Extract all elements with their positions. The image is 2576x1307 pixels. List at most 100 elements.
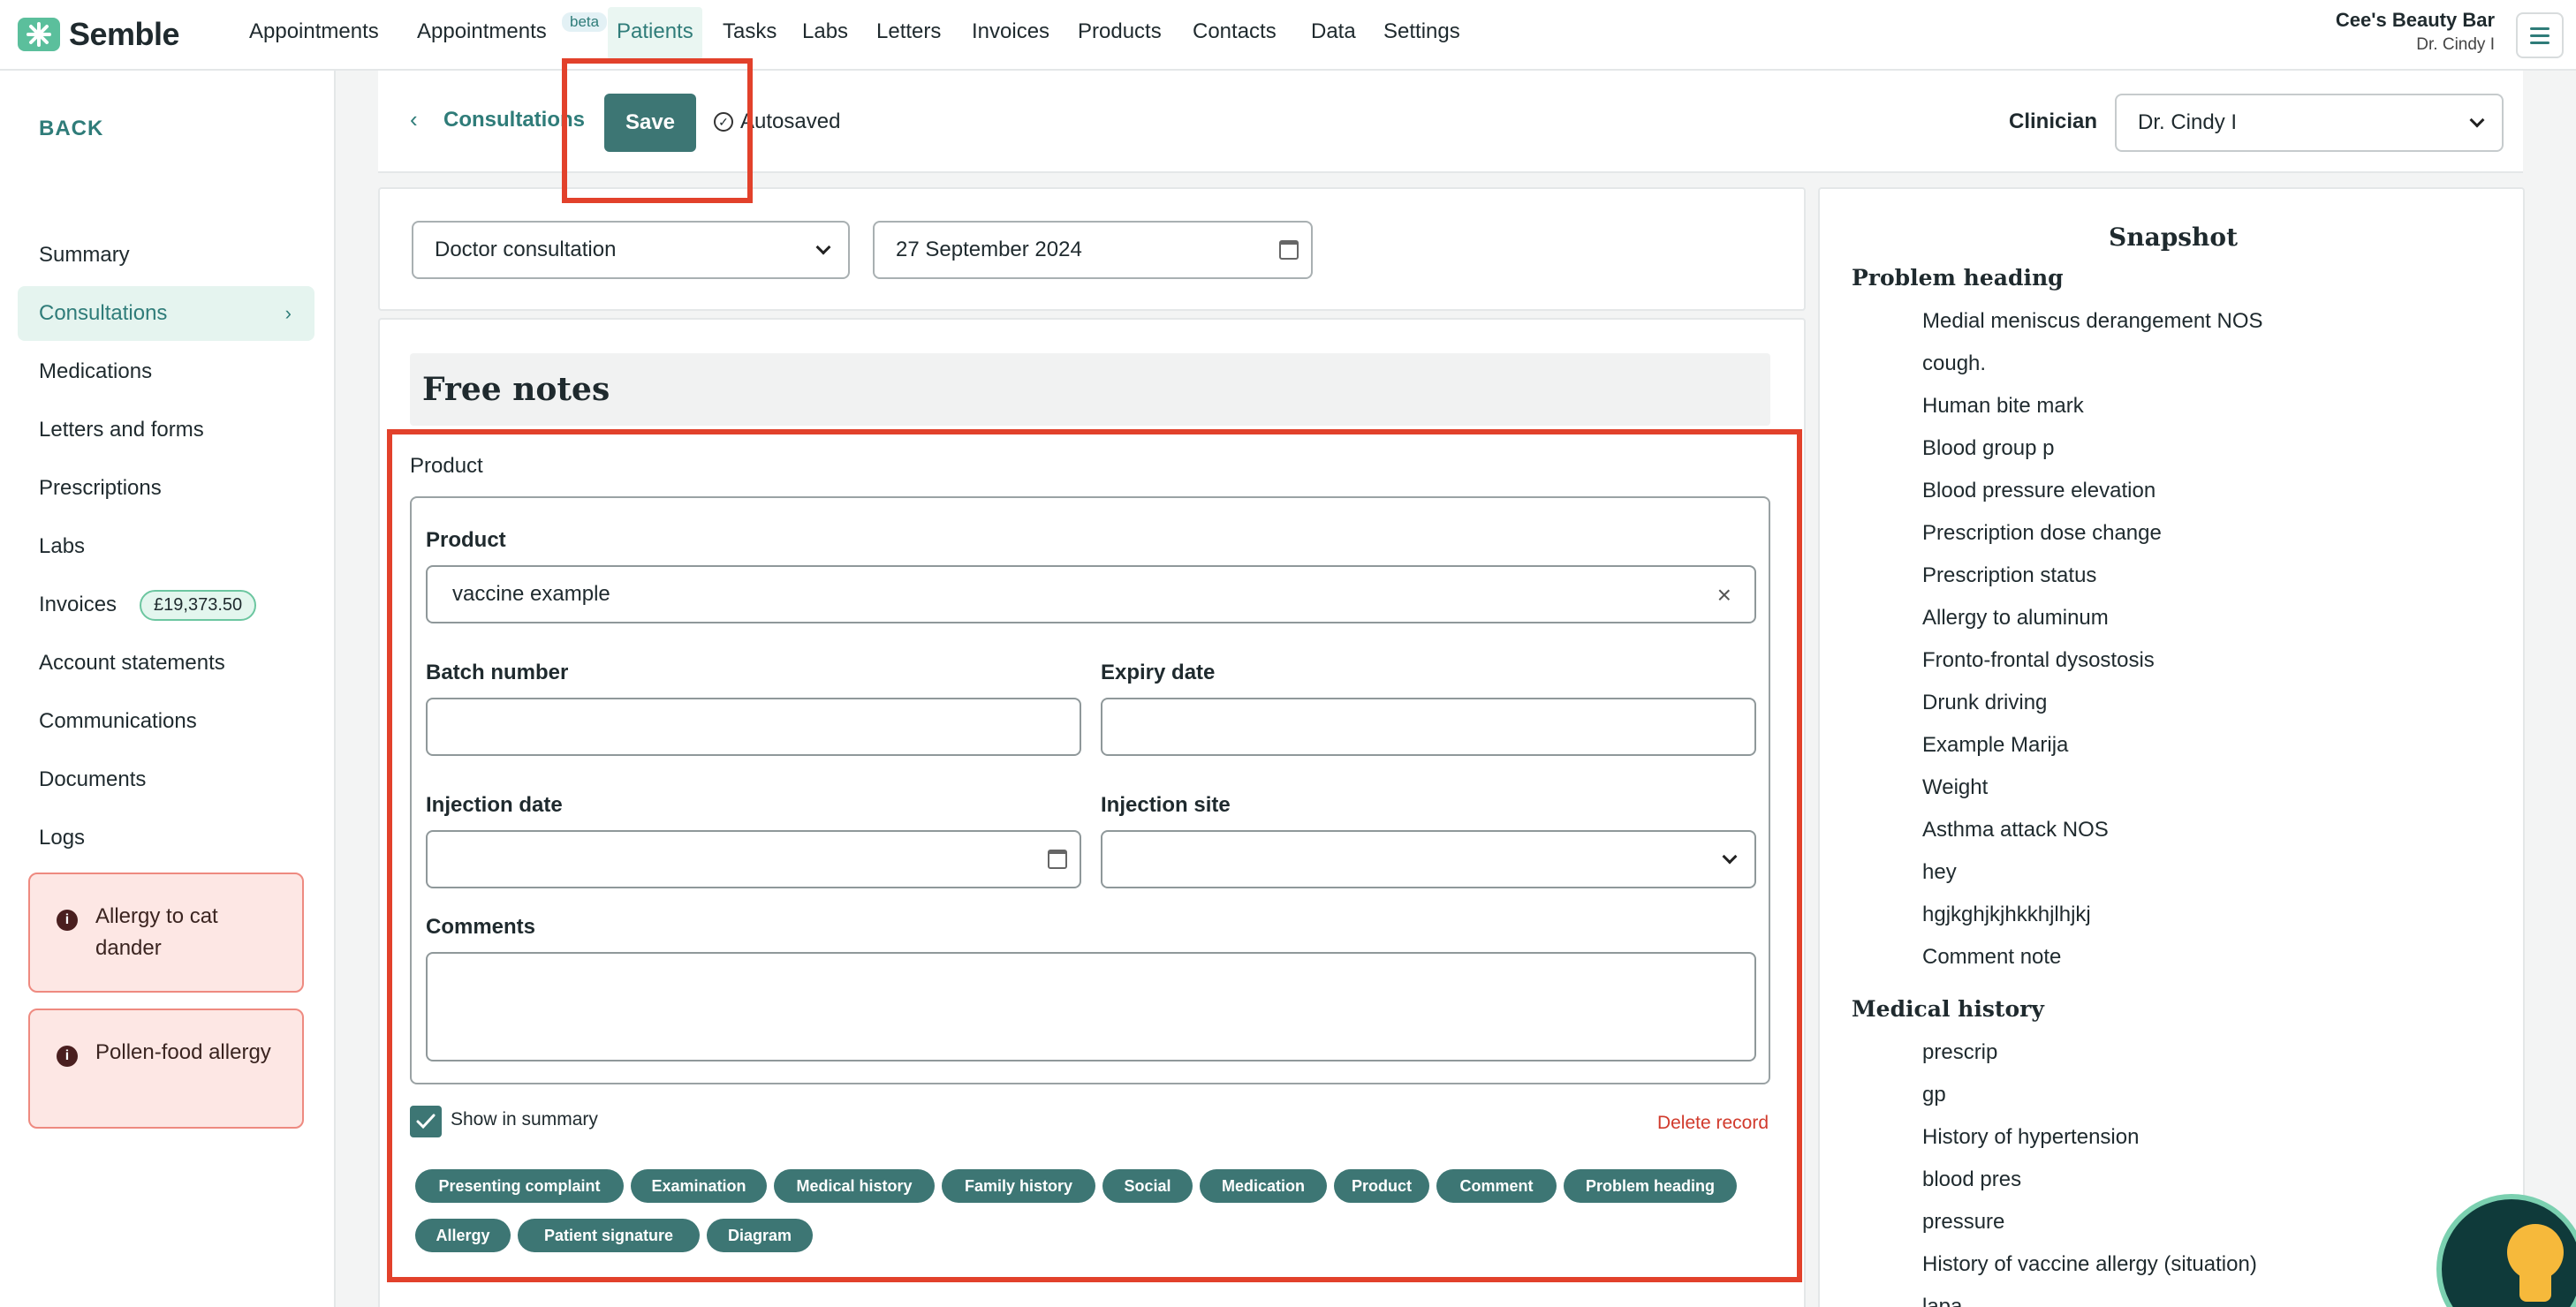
info-icon: i [57,910,78,931]
sidebar-item-label: Consultations [39,301,168,325]
comments-label: Comments [426,915,536,939]
consultation-type-value: Doctor consultation [435,238,617,261]
sidebar-item-label: Labs [39,534,86,558]
chip-allergy[interactable]: Allergy [415,1219,511,1252]
chip-diagram[interactable]: Diagram [707,1219,813,1252]
chip-family-history[interactable]: Family history [942,1169,1095,1203]
save-button[interactable]: Save [604,94,696,152]
snapshot-panel: Snapshot Problem heading Medial meniscus… [1818,187,2525,1307]
nav-invoices[interactable]: Invoices [972,19,1049,44]
injection-date-input[interactable] [426,830,1081,888]
hamburger-menu-icon[interactable] [2516,12,2564,58]
clinician-select[interactable]: Dr. Cindy I [2115,94,2504,152]
autosaved-label: Autosaved [740,110,841,133]
chip-examination[interactable]: Examination [631,1169,767,1203]
delete-record-link[interactable]: Delete record [1657,1113,1769,1134]
chip-product[interactable]: Product [1334,1169,1429,1203]
snapshot-history-item: gp [1922,1083,1946,1107]
sidebar-item-prescriptions[interactable]: Prescriptions [18,461,314,516]
chip-medication[interactable]: Medication [1200,1169,1327,1203]
snapshot-problem-item: Medial meniscus derangement NOS [1922,309,2263,333]
chevron-down-icon [1722,849,1738,865]
back-link[interactable]: BACK [39,117,103,141]
nav-tasks[interactable]: Tasks [723,19,777,44]
invoice-balance-badge: £19,373.50 [140,589,257,621]
injection-date-label: Injection date [426,793,563,817]
account-user[interactable]: Dr. Cindy I [2416,35,2495,55]
brand-name: Semble [69,16,180,52]
nav-labs[interactable]: Labs [802,19,848,44]
notes-card: Free notes Product Product vaccine examp… [378,318,1806,1307]
product-record: Product vaccine example × Batch number E… [410,496,1770,1084]
show-in-summary-checkbox[interactable] [410,1106,442,1137]
consultation-date-input[interactable]: 27 September 2024 [873,221,1313,279]
snapshot-problem-item: hgjkghjkjhkkhjlhjkj [1922,903,2091,926]
consultation-date-value: 27 September 2024 [896,238,1082,261]
sidebar-item-communications[interactable]: Communications [18,694,314,749]
batch-number-input[interactable] [426,698,1081,756]
consultation-type-select[interactable]: Doctor consultation [412,221,850,279]
check-circle-icon: ✓ [714,112,733,132]
product-value: vaccine example [452,582,610,606]
batch-number-label: Batch number [426,661,569,684]
nav-products[interactable]: Products [1078,19,1162,44]
chip-medical-history[interactable]: Medical history [774,1169,935,1203]
snapshot-problem-item: Human bite mark [1922,394,2084,418]
breadcrumb-consultations[interactable]: Consultations [443,108,585,132]
top-navigation: Semble Appointments Appointments beta Pa… [0,0,2576,71]
snapshot-history-item: History of vaccine allergy (situation) [1922,1252,2257,1276]
comments-textarea[interactable] [426,952,1756,1061]
injection-site-select[interactable] [1101,830,1756,888]
sidebar-item-account-statements[interactable]: Account statements [18,636,314,691]
clear-icon[interactable]: × [1717,581,1731,609]
nav-settings[interactable]: Settings [1383,19,1460,44]
sidebar-item-letters-and-forms[interactable]: Letters and forms [18,403,314,457]
nav-data[interactable]: Data [1311,19,1356,44]
expiry-date-input[interactable] [1101,698,1756,756]
allergy-alert[interactable]: i Pollen-food allergy [28,1009,304,1129]
chevron-left-icon[interactable]: ‹ [410,106,418,133]
chip-social[interactable]: Social [1102,1169,1193,1203]
chevron-down-icon [815,239,831,255]
product-input[interactable]: vaccine example × [426,565,1756,623]
account-name[interactable]: Cee's Beauty Bar [2336,9,2495,32]
clinician-label: Clinician [2009,110,2098,133]
sidebar-item-summary[interactable]: Summary [18,228,314,283]
alert-text: Allergy to cat dander [95,904,218,960]
nav-appointments-beta[interactable]: Appointments [417,19,547,44]
snapshot-history-item: History of hypertension [1922,1125,2140,1149]
sidebar-item-consultations[interactable]: Consultations › [18,286,314,341]
alert-text: Pollen-food allergy [95,1040,271,1064]
allergy-alert[interactable]: i Allergy to cat dander [28,873,304,993]
sidebar-item-label: Logs [39,826,86,850]
chip-problem-heading[interactable]: Problem heading [1564,1169,1737,1203]
sidebar-item-label: Account statements [39,651,225,675]
sidebar-item-logs[interactable]: Logs [18,811,314,865]
sidebar-item-label: Invoices [39,593,117,616]
snapshot-problem-item: Allergy to aluminum [1922,606,2109,630]
sidebar-item-medications[interactable]: Medications [18,344,314,399]
free-notes-title: Free notes [422,371,610,408]
consultation-meta-card: Doctor consultation 27 September 2024 [378,187,1806,311]
lightbulb-icon [2507,1224,2564,1281]
nav-letters[interactable]: Letters [876,19,941,44]
sidebar-item-invoices[interactable]: Invoices £19,373.50 [18,578,314,632]
chip-presenting-complaint[interactable]: Presenting complaint [415,1169,624,1203]
snapshot-history-item: lapa [1922,1295,1963,1307]
semble-logo[interactable]: Semble [18,16,180,53]
nav-contacts[interactable]: Contacts [1193,19,1277,44]
chip-patient-signature[interactable]: Patient signature [518,1219,700,1252]
sidebar-item-labs[interactable]: Labs [18,519,314,574]
sidebar-item-label: Communications [39,709,197,733]
nav-appointments[interactable]: Appointments [249,19,379,44]
snapshot-problem-item: Fronto-frontal dysostosis [1922,648,2155,672]
calendar-icon[interactable] [1048,850,1067,869]
chip-comment[interactable]: Comment [1436,1169,1557,1203]
calendar-icon[interactable] [1279,240,1299,260]
medical-history-title: Medical history [1852,996,2044,1022]
snapshot-problem-item: hey [1922,860,1957,884]
nav-patients[interactable]: Patients [608,7,702,60]
show-in-summary-label[interactable]: Show in summary [451,1109,598,1130]
sidebar-item-documents[interactable]: Documents [18,752,314,807]
beta-badge: beta [562,12,608,32]
